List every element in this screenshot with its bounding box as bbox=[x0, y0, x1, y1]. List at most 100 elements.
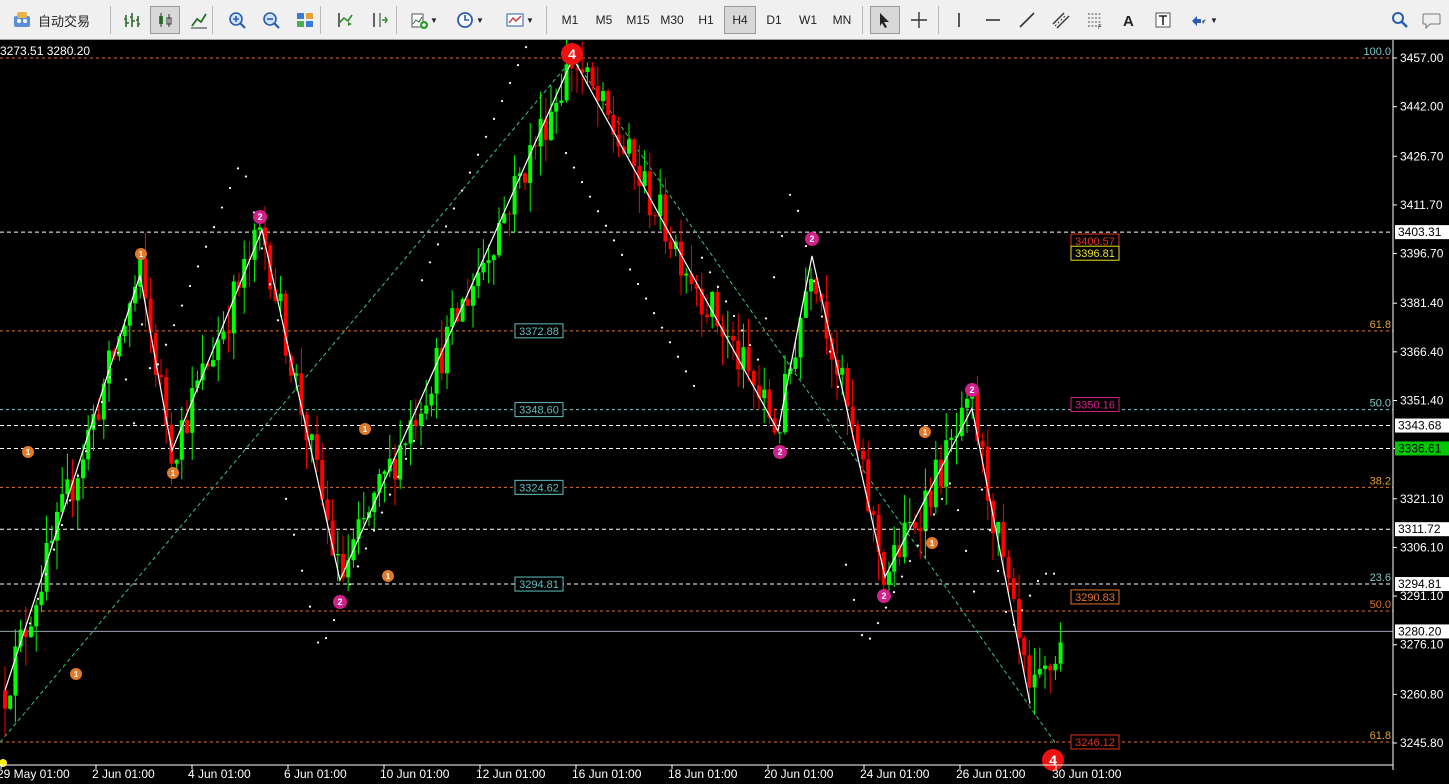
price-axis-label: 3366.40 bbox=[1400, 345, 1444, 359]
wave-marker: 2 bbox=[877, 589, 891, 603]
candle-body bbox=[933, 459, 938, 508]
candle-body bbox=[554, 102, 559, 112]
timeframe-w1-button[interactable]: W1 bbox=[792, 6, 824, 34]
candle-body bbox=[231, 281, 236, 334]
candle-body bbox=[590, 67, 595, 86]
timeframe-label: M5 bbox=[595, 13, 613, 27]
timeframe-label: H1 bbox=[698, 13, 714, 27]
auto-trading-button[interactable]: 自动交易 bbox=[8, 6, 104, 34]
sar-dot bbox=[52, 548, 56, 551]
candle-body bbox=[939, 459, 943, 487]
wave-marker: 1 bbox=[22, 446, 34, 458]
chat-icon[interactable] bbox=[1418, 6, 1446, 34]
timeframe-d1-button[interactable]: D1 bbox=[758, 6, 790, 34]
candlestick-icon[interactable] bbox=[150, 6, 180, 34]
candle-body bbox=[1048, 665, 1053, 671]
wave-marker-label: 1 bbox=[930, 539, 935, 548]
candle-body bbox=[445, 326, 449, 374]
timeframe-m1-button[interactable]: M1 bbox=[554, 6, 586, 34]
sar-dot bbox=[108, 376, 112, 379]
trendline-icon[interactable] bbox=[1012, 6, 1042, 34]
wave-marker-label: 1 bbox=[386, 572, 391, 581]
line-chart-icon[interactable] bbox=[184, 6, 214, 34]
periods-clock-icon[interactable]: ▼ bbox=[450, 6, 490, 34]
timeframe-h1-button[interactable]: H1 bbox=[690, 6, 722, 34]
cursor-icon[interactable] bbox=[870, 6, 900, 34]
sar-dot bbox=[628, 268, 632, 271]
fibonacci-icon[interactable]: F bbox=[1080, 6, 1110, 34]
text-icon[interactable]: A bbox=[1114, 6, 1144, 34]
sar-dot bbox=[500, 99, 504, 103]
tile-windows-icon[interactable] bbox=[290, 6, 320, 34]
candle-body bbox=[523, 173, 527, 183]
vertical-line-icon[interactable] bbox=[944, 6, 974, 34]
fib-percent-label: 50.0 bbox=[1370, 398, 1391, 410]
autoscroll-icon[interactable] bbox=[364, 6, 394, 34]
timeframe-h4-button[interactable]: H4 bbox=[724, 6, 756, 34]
sar-dot bbox=[244, 175, 248, 178]
sar-dot bbox=[316, 641, 320, 644]
sar-dot bbox=[60, 523, 64, 527]
candle-body bbox=[413, 420, 418, 426]
sar-dot bbox=[452, 207, 456, 210]
candle-body bbox=[419, 413, 423, 426]
timeframe-m30-button[interactable]: M30 bbox=[656, 6, 688, 34]
timeframe-m15-button[interactable]: M15 bbox=[622, 6, 654, 34]
candle-body bbox=[393, 458, 397, 480]
sar-dot bbox=[804, 244, 808, 248]
wave-marker: 2 bbox=[773, 445, 787, 459]
sar-dot bbox=[700, 256, 704, 259]
sar-dot bbox=[1036, 579, 1040, 583]
timeframe-m5-button[interactable]: M5 bbox=[588, 6, 620, 34]
ohlc-header: 3273.51 3280.20 bbox=[0, 44, 91, 58]
wave-marker: 1 bbox=[167, 467, 179, 479]
search-icon[interactable] bbox=[1386, 6, 1414, 34]
sar-dot bbox=[732, 314, 736, 318]
sar-dot bbox=[708, 271, 712, 274]
auto-trading-label: 自动交易 bbox=[38, 13, 91, 29]
sar-dot bbox=[620, 253, 624, 256]
zoom-out-icon[interactable] bbox=[256, 6, 286, 34]
zoom-in-icon[interactable] bbox=[222, 6, 252, 34]
indicators-icon[interactable]: ▼ bbox=[404, 6, 444, 34]
candle-body bbox=[309, 434, 314, 441]
sar-dot bbox=[324, 636, 328, 640]
sar-dot bbox=[884, 606, 888, 609]
arrows-icon[interactable]: ▼ bbox=[1182, 6, 1226, 34]
time-axis-label: 20 Jun 01:00 bbox=[764, 767, 834, 781]
wave-marker-label: 1 bbox=[171, 469, 176, 478]
candle-body bbox=[8, 695, 13, 709]
candle-body bbox=[746, 347, 751, 371]
candle-body bbox=[1043, 665, 1047, 669]
sar-dot bbox=[924, 528, 928, 532]
equidistant-channel-icon[interactable] bbox=[1046, 6, 1076, 34]
sar-dot bbox=[484, 135, 488, 138]
svg-text:A: A bbox=[1123, 13, 1134, 29]
sar-dot bbox=[204, 245, 208, 248]
sar-dot bbox=[644, 297, 648, 300]
price-axis-label: 3321.10 bbox=[1400, 492, 1444, 506]
candle-body bbox=[507, 213, 512, 215]
chart-background bbox=[0, 40, 1449, 784]
templates-icon[interactable]: ▼ bbox=[500, 6, 540, 34]
candle-body bbox=[335, 553, 340, 556]
crosshair-icon[interactable] bbox=[904, 6, 934, 34]
time-axis-label: 10 Jun 01:00 bbox=[380, 767, 450, 781]
bar-chart-icon[interactable] bbox=[116, 6, 146, 34]
timeframe-mn-button[interactable]: MN bbox=[826, 6, 858, 34]
sar-dot bbox=[516, 63, 520, 67]
candle-body bbox=[315, 434, 319, 460]
candle-body bbox=[398, 445, 403, 480]
candle-body bbox=[944, 440, 949, 487]
fib-level-box-label: 3348.60 bbox=[519, 405, 559, 417]
candle-body bbox=[855, 424, 860, 451]
highlighted-price-label: 3343.68 bbox=[1398, 419, 1442, 433]
wave-marker-label: 1 bbox=[139, 250, 144, 259]
sar-dot bbox=[676, 355, 680, 358]
candle-body bbox=[39, 591, 44, 606]
text-label-icon[interactable] bbox=[1148, 6, 1178, 34]
sar-dot bbox=[1052, 572, 1056, 575]
chart-shift-icon[interactable] bbox=[330, 6, 360, 34]
price-chart[interactable]: 11111111222222443372.883348.603324.62329… bbox=[0, 40, 1449, 784]
horizontal-line-icon[interactable] bbox=[978, 6, 1008, 34]
